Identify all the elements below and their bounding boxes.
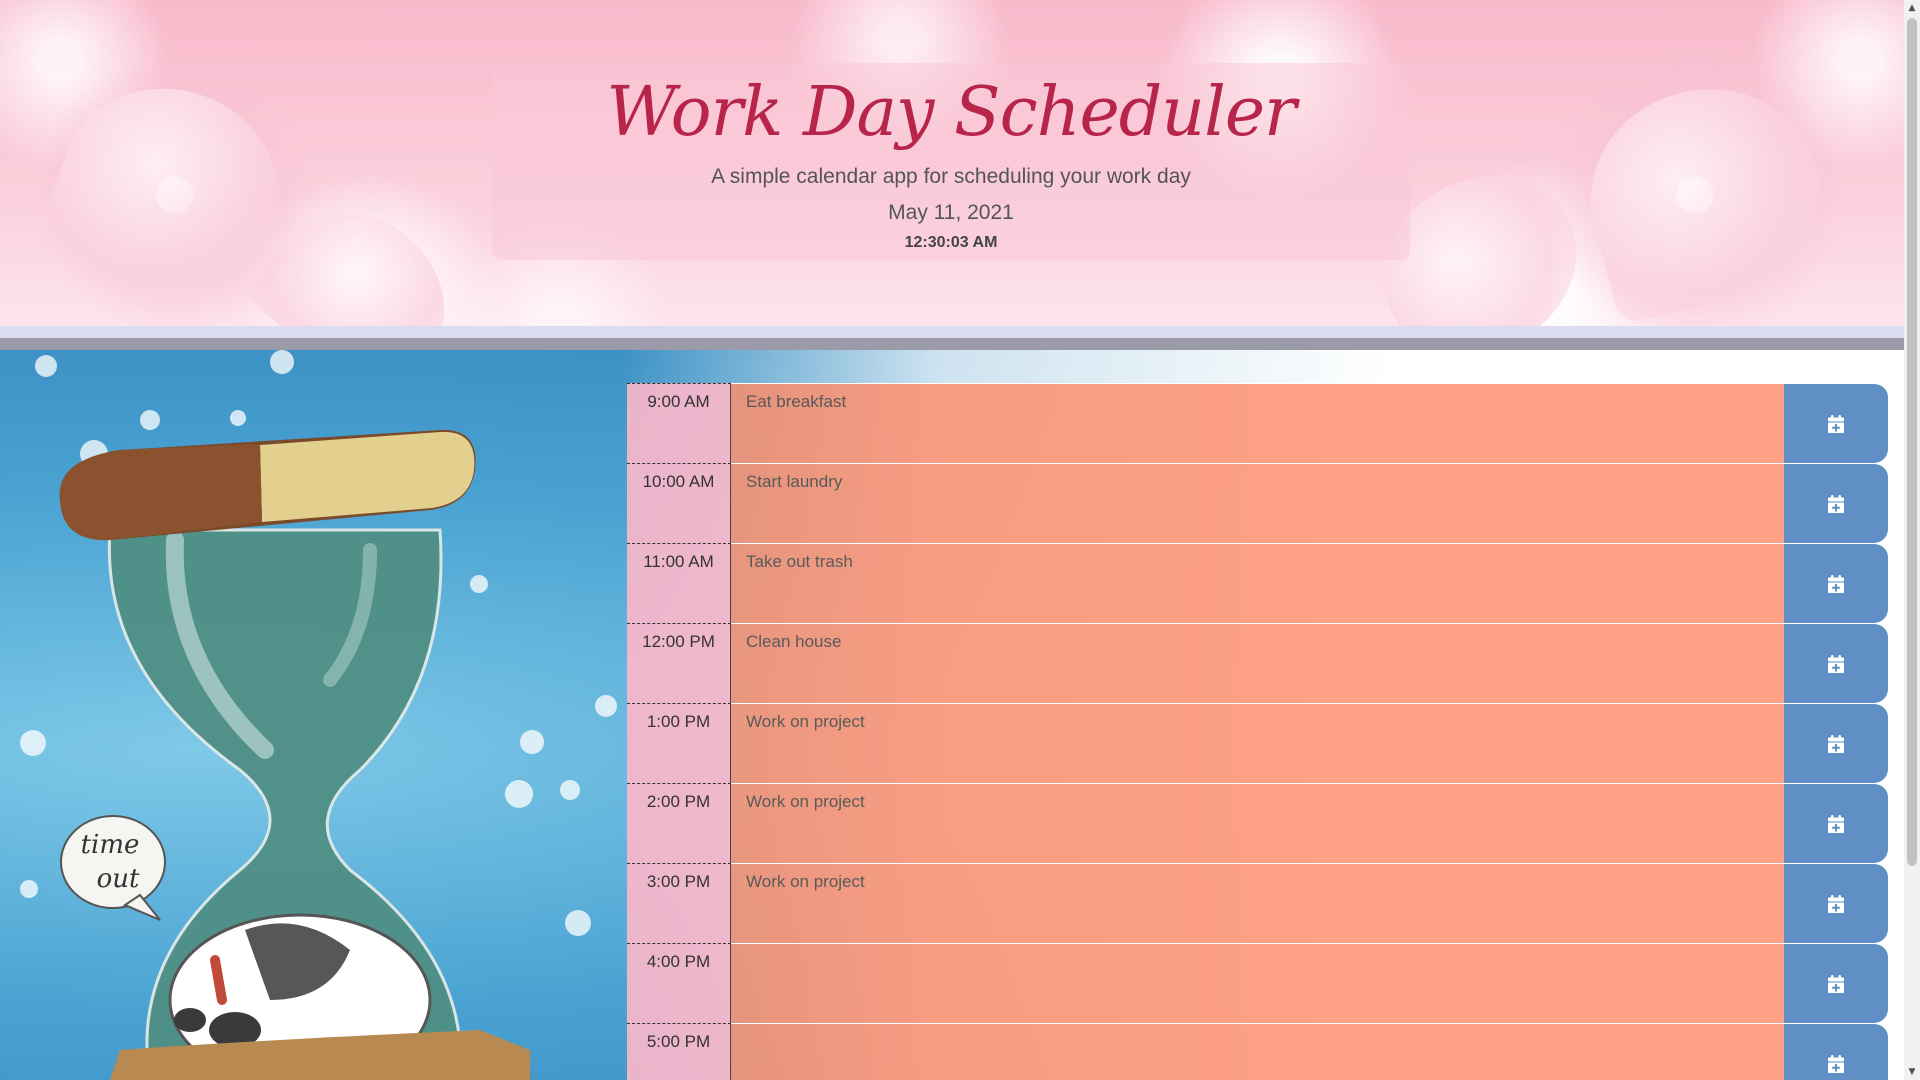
- header-card: Work Day Scheduler A simple calendar app…: [492, 63, 1410, 260]
- save-button[interactable]: [1784, 783, 1888, 863]
- time-block: 1:00 PM: [627, 703, 1888, 783]
- blossom-decoration: [1566, 63, 1844, 326]
- calendar-plus-icon: [1828, 574, 1844, 593]
- event-description-field[interactable]: [731, 863, 1784, 943]
- event-description-field[interactable]: [731, 783, 1784, 863]
- event-description-field[interactable]: [731, 463, 1784, 543]
- calendar-plus-icon: [1828, 894, 1844, 913]
- save-button[interactable]: [1784, 863, 1888, 943]
- time-block-list: 9:00 AM 10:00 AM: [627, 383, 1888, 1080]
- time-block: 2:00 PM: [627, 783, 1888, 863]
- planner: 9:00 AM 10:00 AM: [627, 383, 1888, 1080]
- calendar-plus-icon: [1828, 654, 1844, 673]
- event-description-field[interactable]: [731, 623, 1784, 703]
- save-button[interactable]: [1784, 463, 1888, 543]
- calendar-plus-icon: [1828, 814, 1844, 833]
- hour-label: 3:00 PM: [627, 863, 731, 943]
- page-title: Work Day Scheduler: [606, 73, 1296, 152]
- save-button[interactable]: [1784, 623, 1888, 703]
- scroll-down-icon[interactable]: ▼: [1907, 1067, 1917, 1077]
- page: Work Day Scheduler A simple calendar app…: [0, 0, 1920, 1080]
- calendar-plus-icon: [1828, 414, 1844, 433]
- scrollbar-thumb[interactable]: [1907, 18, 1917, 866]
- hour-label: 10:00 AM: [627, 463, 731, 543]
- time-block: 4:00 PM: [627, 943, 1888, 1023]
- event-description-field[interactable]: [731, 543, 1784, 623]
- calendar-plus-icon: [1828, 1054, 1844, 1073]
- hour-label: 4:00 PM: [627, 943, 731, 1023]
- scroll-up-icon[interactable]: ▲: [1907, 3, 1917, 13]
- calendar-plus-icon: [1828, 974, 1844, 993]
- event-description-field[interactable]: [731, 943, 1784, 1023]
- hourglass-illustration: time out: [59, 429, 530, 1080]
- time-block: 11:00 AM: [627, 543, 1888, 623]
- save-button[interactable]: [1784, 383, 1888, 463]
- time-block: 10:00 AM: [627, 463, 1888, 543]
- header-divider-shadow: [0, 338, 1904, 350]
- save-button[interactable]: [1784, 543, 1888, 623]
- speech-bubble-line1: time: [81, 830, 140, 860]
- header-banner: Work Day Scheduler A simple calendar app…: [0, 0, 1904, 326]
- time-block: 9:00 AM: [627, 383, 1888, 463]
- time-block: 3:00 PM: [627, 863, 1888, 943]
- hour-label: 5:00 PM: [627, 1023, 731, 1080]
- calendar-plus-icon: [1828, 734, 1844, 753]
- event-description-field[interactable]: [731, 1023, 1784, 1080]
- time-block: 5:00 PM: [627, 1023, 1888, 1080]
- header-divider: [0, 326, 1904, 338]
- hour-label: 11:00 AM: [627, 543, 731, 623]
- hour-label: 9:00 AM: [627, 383, 731, 463]
- time-block: 12:00 PM: [627, 623, 1888, 703]
- save-button[interactable]: [1784, 703, 1888, 783]
- vertical-scrollbar[interactable]: ▲ ▼: [1904, 0, 1920, 1080]
- speech-bubble-line2: out: [97, 864, 140, 894]
- page-subtitle: A simple calendar app for scheduling you…: [711, 165, 1191, 188]
- event-description-field[interactable]: [731, 383, 1784, 463]
- current-time: 12:30:03 AM: [904, 234, 998, 251]
- hour-label: 12:00 PM: [627, 623, 731, 703]
- save-button[interactable]: [1784, 943, 1888, 1023]
- current-date: May 11, 2021: [888, 201, 1014, 224]
- event-description-field[interactable]: [731, 703, 1784, 783]
- hour-label: 1:00 PM: [627, 703, 731, 783]
- calendar-plus-icon: [1828, 494, 1844, 513]
- hour-label: 2:00 PM: [627, 783, 731, 863]
- save-button[interactable]: [1784, 1023, 1888, 1080]
